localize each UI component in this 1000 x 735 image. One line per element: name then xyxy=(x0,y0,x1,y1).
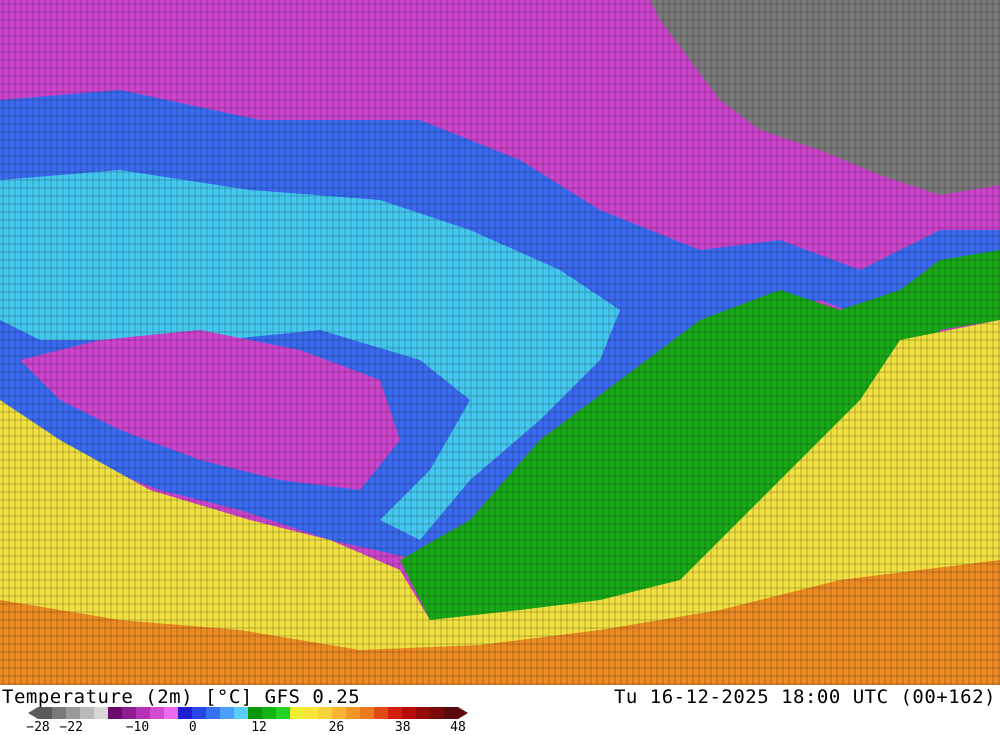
colorbar-swatch xyxy=(94,707,109,719)
map-footer: Temperature (2m) [°C] GFS 0.25 Tu 16-12-… xyxy=(0,685,1000,735)
colorbar-swatch xyxy=(290,707,305,719)
colorbar-swatch xyxy=(38,707,53,719)
colorbar-swatch xyxy=(332,707,347,719)
colorbar-swatch xyxy=(178,707,193,719)
colorbar-swatch xyxy=(402,707,417,719)
valid-time: Tu 16-12-2025 18:00 UTC (00+162) xyxy=(613,686,996,708)
colorbar-swatch xyxy=(136,707,151,719)
colorbar-swatch xyxy=(234,707,249,719)
colorbar-swatch xyxy=(220,707,235,719)
colorbar-swatch xyxy=(108,707,123,719)
colorbar-swatch xyxy=(122,707,137,719)
colorbar-arrow-max xyxy=(458,707,468,719)
colorbar-swatch xyxy=(430,707,445,719)
contour-label-overlay xyxy=(0,0,1000,685)
colorbar xyxy=(28,707,468,719)
colorbar-swatch xyxy=(304,707,319,719)
colorbar-swatch xyxy=(262,707,277,719)
colorbar-swatch xyxy=(150,707,165,719)
colorbar-swatch xyxy=(248,707,263,719)
colorbar-swatch xyxy=(192,707,207,719)
colorbar-swatch xyxy=(346,707,361,719)
colorbar-swatch xyxy=(206,707,221,719)
temperature-map xyxy=(0,0,1000,685)
colorbar-swatch xyxy=(416,707,431,719)
map-title: Temperature (2m) [°C] GFS 0.25 xyxy=(2,686,361,708)
colorbar-swatch xyxy=(444,707,459,719)
colorbar-swatch xyxy=(66,707,81,719)
colorbar-swatch xyxy=(388,707,403,719)
colorbar-swatch xyxy=(374,707,389,719)
colorbar-arrow-min xyxy=(28,707,38,719)
colorbar-swatch xyxy=(318,707,333,719)
colorbar-swatch xyxy=(80,707,95,719)
colorbar-swatch xyxy=(360,707,375,719)
colorbar-swatch xyxy=(276,707,291,719)
colorbar-swatch xyxy=(164,707,179,719)
colorbar-swatch xyxy=(52,707,67,719)
